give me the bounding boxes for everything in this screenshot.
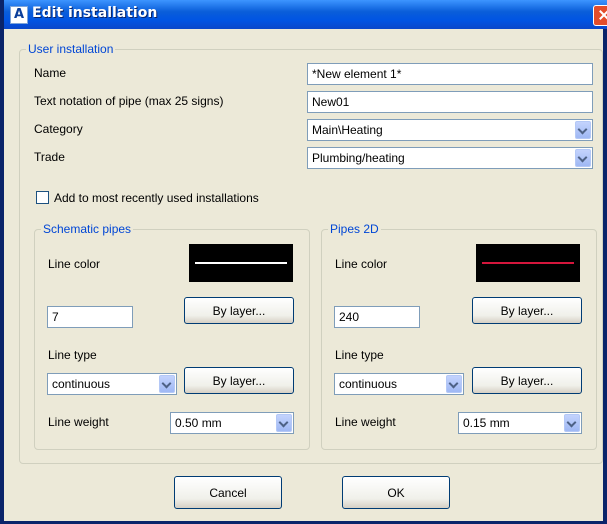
- mru-label[interactable]: Add to most recently used installations: [54, 191, 259, 205]
- pipes-2d-line-weight-label: Line weight: [335, 415, 396, 429]
- chevron-down-icon[interactable]: [564, 414, 580, 432]
- category-select[interactable]: Main\Heating: [307, 119, 593, 141]
- user-installation-legend: User installation: [28, 42, 114, 56]
- pipes-2d-line-color-label: Line color: [335, 257, 388, 271]
- schematic-line-weight-label: Line weight: [48, 415, 109, 429]
- chevron-down-icon[interactable]: [159, 375, 175, 393]
- schematic-by-layer-type-button[interactable]: By layer...: [184, 367, 294, 394]
- pipes-2d-by-layer-color-button[interactable]: By layer...: [472, 297, 582, 324]
- notation-field[interactable]: New01: [307, 91, 593, 113]
- schematic-line-type-label: Line type: [48, 348, 97, 362]
- chevron-down-icon[interactable]: [446, 375, 462, 393]
- schematic-color-field[interactable]: 7: [47, 306, 133, 328]
- pipes-2d-legend: Pipes 2D: [330, 222, 379, 236]
- schematic-pipes-legend: Schematic pipes: [43, 222, 132, 236]
- chevron-down-icon[interactable]: [276, 414, 292, 432]
- close-icon[interactable]: [593, 5, 607, 26]
- schematic-swatch-line: [195, 262, 287, 264]
- schematic-line-type-value: continuous: [52, 377, 111, 391]
- pipes-2d-by-layer-type-button[interactable]: By layer...: [472, 367, 582, 394]
- pipes-2d-line-weight-select[interactable]: 0.15 mm: [458, 412, 582, 434]
- name-label: Name: [34, 66, 67, 80]
- app-icon: A: [10, 6, 28, 24]
- pipes-2d-line-type-select[interactable]: continuous: [334, 373, 464, 395]
- pipes-2d-line-type-value: continuous: [339, 377, 398, 391]
- schematic-line-color-label: Line color: [48, 257, 101, 271]
- window-title: Edit installation: [32, 5, 158, 21]
- trade-select[interactable]: Plumbing/heating: [307, 147, 593, 169]
- schematic-line-weight-select[interactable]: 0.50 mm: [170, 412, 294, 434]
- edit-installation-dialog: A Edit installation User installation Na…: [0, 0, 607, 524]
- pipes-2d-swatch-line: [482, 262, 574, 264]
- pipes-2d-color-field[interactable]: 240: [334, 306, 420, 328]
- notation-label: Text notation of pipe (max 25 signs): [34, 94, 224, 108]
- trade-value: Plumbing/heating: [312, 151, 405, 165]
- category-label: Category: [34, 122, 83, 136]
- chevron-down-icon[interactable]: [575, 149, 591, 167]
- category-value: Main\Heating: [312, 123, 383, 137]
- cancel-button[interactable]: Cancel: [174, 476, 282, 509]
- name-field[interactable]: *New element 1*: [307, 63, 593, 85]
- pipes-2d-color-swatch: [476, 244, 580, 282]
- chevron-down-icon[interactable]: [575, 121, 591, 139]
- schematic-by-layer-color-button[interactable]: By layer...: [184, 297, 294, 324]
- schematic-color-swatch: [189, 244, 293, 282]
- schematic-line-type-select[interactable]: continuous: [47, 373, 177, 395]
- title-bar[interactable]: A Edit installation: [4, 0, 607, 29]
- trade-label: Trade: [34, 150, 65, 164]
- pipes-2d-line-type-label: Line type: [335, 348, 384, 362]
- mru-checkbox[interactable]: [36, 191, 49, 204]
- pipes-2d-line-weight-value: 0.15 mm: [463, 416, 510, 430]
- ok-button[interactable]: OK: [342, 476, 450, 509]
- schematic-line-weight-value: 0.50 mm: [175, 416, 222, 430]
